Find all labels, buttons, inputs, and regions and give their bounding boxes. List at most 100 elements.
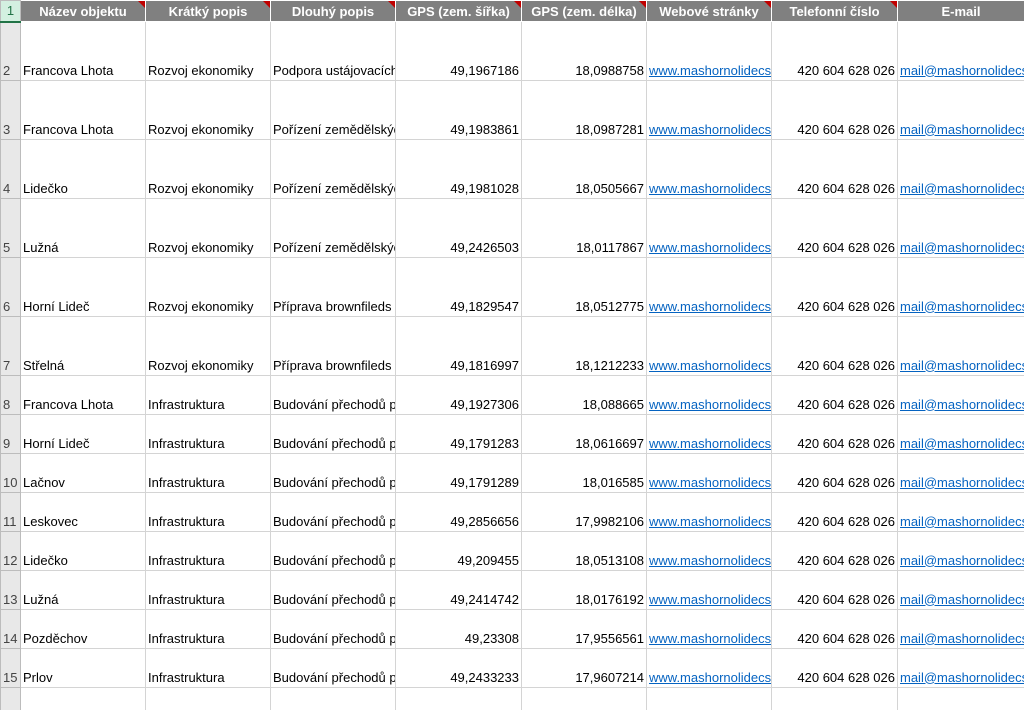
cell-nazev[interactable]: Horní Lideč [20, 414, 146, 454]
cell-nazev[interactable]: Horní Lideč [20, 257, 146, 317]
cell-dlouhy[interactable]: Pořízení zemědělských strojů [270, 139, 396, 199]
cell-gps-sirka[interactable]: 49,2426503 [395, 198, 522, 258]
cell-email-link[interactable]: mail@mashornolidecska.cz [897, 414, 1024, 454]
cell-kratky[interactable] [145, 687, 271, 710]
cell-gps-delka[interactable]: 18,0512775 [521, 257, 647, 317]
cell-dlouhy[interactable]: Pořízení zemědělských strojů [270, 198, 396, 258]
cell-dlouhy[interactable]: Pořízení zemědělských strojů [270, 80, 396, 140]
cell-kratky[interactable]: Rozvoj ekonomiky [145, 139, 271, 199]
header-cell-email[interactable]: E-mail [897, 0, 1024, 22]
cell-email-link[interactable]: mail@mashornolidecska.cz [897, 648, 1024, 688]
cell-gps-sirka[interactable] [395, 687, 522, 710]
cell-email-link[interactable]: mail@mashornolidecska.cz [897, 316, 1024, 376]
cell-telefon[interactable] [771, 687, 898, 710]
cell-email-link[interactable]: mail@mashornolidecska.cz [897, 492, 1024, 532]
comment-marker-icon[interactable] [890, 1, 897, 8]
cell-gps-delka[interactable] [521, 687, 647, 710]
cell-gps-sirka[interactable]: 49,1927306 [395, 375, 522, 415]
cell-gps-delka[interactable]: 17,9982106 [521, 492, 647, 532]
cell-nazev[interactable]: Pozděchov [20, 609, 146, 649]
cell-gps-delka[interactable]: 18,0505667 [521, 139, 647, 199]
cell-telefon[interactable]: 420 604 628 026 [771, 80, 898, 140]
cell-web-link[interactable]: www.mashornolidecska.cz [646, 609, 772, 649]
cell-telefon[interactable]: 420 604 628 026 [771, 198, 898, 258]
cell-email-link[interactable]: mail@mashornolidecska.cz [897, 570, 1024, 610]
cell-nazev[interactable] [20, 687, 146, 710]
cell-dlouhy[interactable]: Budování přechodů pro chodce [270, 375, 396, 415]
cell-nazev[interactable]: Lužná [20, 198, 146, 258]
cell-email-link[interactable]: mail@mashornolidecska.cz [897, 80, 1024, 140]
cell-email-link[interactable]: mail@mashornolidecska.cz [897, 139, 1024, 199]
cell-gps-sirka[interactable]: 49,1981028 [395, 139, 522, 199]
cell-gps-delka[interactable]: 18,088665 [521, 375, 647, 415]
cell-web-link[interactable]: www.mashornolidecska.cz [646, 492, 772, 532]
cell-gps-sirka[interactable]: 49,1816997 [395, 316, 522, 376]
cell-dlouhy[interactable]: Budování přechodů [270, 687, 396, 710]
cell-telefon[interactable]: 420 604 628 026 [771, 570, 898, 610]
cell-nazev[interactable]: Francova Lhota [20, 375, 146, 415]
row-header[interactable]: 13 [0, 570, 21, 610]
row-header[interactable] [0, 687, 21, 710]
cell-dlouhy[interactable]: Budování přechodů pro chodce [270, 531, 396, 571]
cell-email-link[interactable]: mail@mashornolidecska.cz [897, 531, 1024, 571]
cell-nazev[interactable]: Lačnov [20, 453, 146, 493]
cell-dlouhy[interactable]: Příprava brownfileds pro podnikání [270, 257, 396, 317]
cell-email-link[interactable]: mail@mashornolidecska.cz [897, 375, 1024, 415]
cell-dlouhy[interactable]: Budování přechodů pro chodce [270, 570, 396, 610]
row-header[interactable]: 14 [0, 609, 21, 649]
cell-telefon[interactable]: 420 604 628 026 [771, 609, 898, 649]
comment-marker-icon[interactable] [263, 1, 270, 8]
header-cell-gps-sirka[interactable]: GPS (zem. šířka) [395, 0, 522, 22]
row-header[interactable]: 7 [0, 316, 21, 376]
row-header[interactable]: 15 [0, 648, 21, 688]
cell-web-link[interactable]: www.mashornolidecska.cz [646, 648, 772, 688]
cell-kratky[interactable]: Infrastruktura [145, 648, 271, 688]
cell-gps-sirka[interactable]: 49,1791283 [395, 414, 522, 454]
cell-telefon[interactable]: 420 604 628 026 [771, 21, 898, 81]
row-header[interactable]: 5 [0, 198, 21, 258]
comment-marker-icon[interactable] [764, 1, 771, 8]
cell-nazev[interactable]: Francova Lhota [20, 21, 146, 81]
cell-kratky[interactable]: Infrastruktura [145, 414, 271, 454]
cell-gps-sirka[interactable]: 49,2856656 [395, 492, 522, 532]
cell-web-link[interactable]: www.mashornolidecska.cz [646, 453, 772, 493]
cell-gps-delka[interactable]: 17,9607214 [521, 648, 647, 688]
cell-web-link[interactable]: www.mashornolidecska.cz [646, 139, 772, 199]
cell-dlouhy[interactable]: Příprava brownfileds pro podnikání [270, 316, 396, 376]
cell-nazev[interactable]: Lidečko [20, 139, 146, 199]
cell-telefon[interactable]: 420 604 628 026 [771, 492, 898, 532]
header-cell-web[interactable]: Webové stránky [646, 0, 772, 22]
cell-telefon[interactable]: 420 604 628 026 [771, 648, 898, 688]
cell-nazev[interactable]: Lužná [20, 570, 146, 610]
cell-kratky[interactable]: Rozvoj ekonomiky [145, 21, 271, 81]
cell-gps-sirka[interactable]: 49,209455 [395, 531, 522, 571]
row-header[interactable]: 9 [0, 414, 21, 454]
cell-nazev[interactable]: Francova Lhota [20, 80, 146, 140]
cell-gps-delka[interactable]: 18,0988758 [521, 21, 647, 81]
cell-gps-delka[interactable]: 18,016585 [521, 453, 647, 493]
row-header[interactable]: 2 [0, 21, 21, 81]
cell-web-link[interactable]: www.mashornolidecska.cz [646, 414, 772, 454]
cell-web-link[interactable]: www.mashornolidecska.cz [646, 80, 772, 140]
row-header[interactable]: 4 [0, 139, 21, 199]
cell-web-link[interactable]: www.mashornolidecska.cz [646, 687, 772, 710]
cell-dlouhy[interactable]: Budování přechodů pro chodce [270, 648, 396, 688]
cell-telefon[interactable]: 420 604 628 026 [771, 257, 898, 317]
cell-kratky[interactable]: Infrastruktura [145, 492, 271, 532]
comment-marker-icon[interactable] [388, 1, 395, 8]
cell-kratky[interactable]: Infrastruktura [145, 375, 271, 415]
cell-gps-sirka[interactable]: 49,23308 [395, 609, 522, 649]
cell-email-link[interactable]: mail@mashornolidecska.cz [897, 198, 1024, 258]
cell-gps-delka[interactable]: 18,0513108 [521, 531, 647, 571]
row-header[interactable]: 6 [0, 257, 21, 317]
header-cell-nazev[interactable]: Název objektu [20, 0, 146, 22]
cell-web-link[interactable]: www.mashornolidecska.cz [646, 531, 772, 571]
cell-telefon[interactable]: 420 604 628 026 [771, 414, 898, 454]
row-header[interactable]: 10 [0, 453, 21, 493]
cell-nazev[interactable]: Prlov [20, 648, 146, 688]
cell-kratky[interactable]: Infrastruktura [145, 453, 271, 493]
header-cell-dlouhy[interactable]: Dlouhý popis [270, 0, 396, 22]
cell-kratky[interactable]: Infrastruktura [145, 531, 271, 571]
cell-nazev[interactable]: Střelná [20, 316, 146, 376]
cell-gps-delka[interactable]: 18,0117867 [521, 198, 647, 258]
